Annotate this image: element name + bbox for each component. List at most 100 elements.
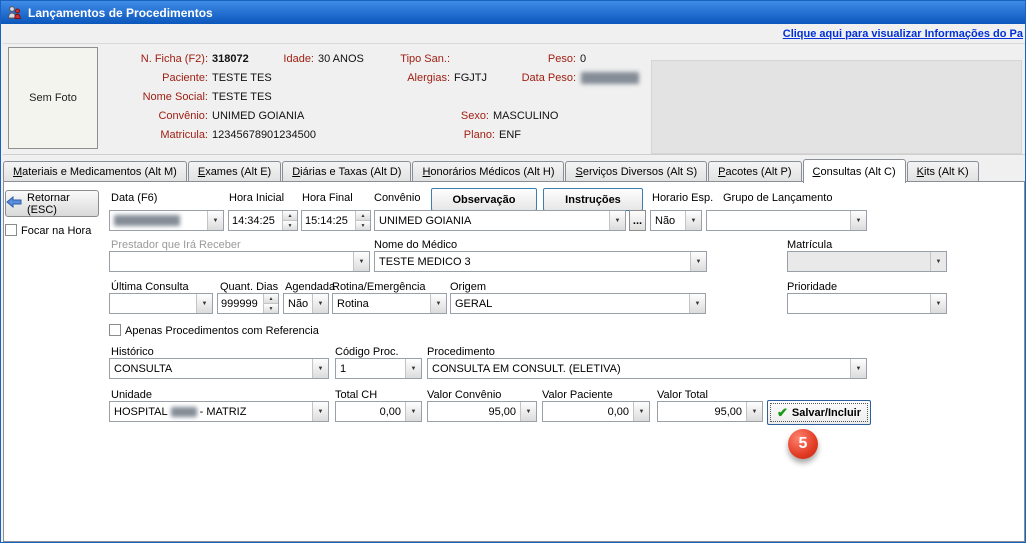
chevron-down-icon[interactable]: ▼ [850, 211, 866, 230]
chevron-down-icon[interactable]: ▼ [685, 211, 701, 230]
tab-diarias-taxas[interactable]: Diárias e Taxas (Alt D) [282, 161, 411, 181]
tab-materiais-medicamentos[interactable]: Materiais e Medicamentos (Alt M) [3, 161, 187, 181]
valor-convenio-label: Valor Convênio [427, 389, 501, 401]
historico-select[interactable]: CONSULTA ▼ [109, 358, 329, 379]
valor-paciente-value: 0,00 [543, 402, 633, 421]
retornar-button[interactable]: Retornar (ESC) [5, 190, 99, 217]
matricula-patient-value: 12345678901234500 [212, 129, 316, 141]
chevron-down-icon[interactable]: ▼ [405, 359, 421, 378]
alergias-value: FGJTJ [454, 72, 487, 84]
sexo-label: Sexo: [421, 110, 489, 122]
grupo-lancamento-select[interactable]: ▼ [706, 210, 867, 231]
spinner-down-icon[interactable]: ▼ [264, 303, 278, 313]
rotina-emergencia-value: Rotina [333, 294, 430, 313]
prestador-value [110, 252, 353, 271]
agendada-label: Agendada [285, 281, 335, 293]
spinner-up-icon[interactable]: ▲ [356, 211, 370, 220]
valor-paciente-select[interactable]: 0,00 ▼ [542, 401, 650, 422]
chevron-down-icon[interactable]: ▼ [746, 402, 762, 421]
quant-dias-value: 999999 [218, 294, 263, 313]
procedimento-select[interactable]: CONSULTA EM CONSULT. (ELETIVA) ▼ [427, 358, 867, 379]
origem-value: GERAL [451, 294, 689, 313]
spinner-down-icon[interactable]: ▼ [356, 220, 370, 230]
chevron-down-icon[interactable]: ▼ [312, 294, 328, 313]
step-5-badge-number: 5 [799, 435, 808, 453]
valor-total-value: 95,00 [658, 402, 746, 421]
paciente-label: Paciente: [101, 72, 208, 84]
plano-value: ENF [499, 129, 521, 141]
procedimento-label: Procedimento [427, 346, 495, 358]
hora-final-value: 15:14:25 [302, 211, 355, 230]
convenio-search-button[interactable]: ... [629, 210, 646, 231]
chevron-down-icon[interactable]: ▼ [405, 402, 421, 421]
procedures-window: Lançamentos de Procedimentos Clique aqui… [0, 0, 1026, 543]
ultima-consulta-label: Última Consulta [111, 281, 189, 293]
instrucoes-button[interactable]: Instruções [543, 188, 643, 211]
ultima-consulta-select[interactable]: ▼ [109, 293, 213, 314]
step-5-badge: 5 [788, 429, 818, 459]
chevron-down-icon[interactable]: ▼ [196, 294, 212, 313]
rotina-emergencia-select[interactable]: Rotina ▼ [332, 293, 447, 314]
apenas-referencia-checkbox[interactable] [109, 324, 121, 336]
chevron-down-icon[interactable]: ▼ [930, 294, 946, 313]
prestador-select[interactable]: ▼ [109, 251, 370, 272]
observacao-button[interactable]: Observação [431, 188, 537, 211]
back-arrow-icon [6, 196, 22, 211]
spinner-up-icon[interactable]: ▲ [264, 294, 278, 303]
valor-total-select[interactable]: 95,00 ▼ [657, 401, 763, 422]
tab-pacotes[interactable]: Pacotes (Alt P) [708, 161, 801, 181]
chevron-down-icon[interactable]: ▼ [520, 402, 536, 421]
prioridade-select[interactable]: ▼ [787, 293, 947, 314]
matricula-value [788, 252, 930, 271]
chevron-down-icon[interactable]: ▼ [609, 211, 625, 230]
data-f6-select[interactable]: ▼ [109, 210, 224, 231]
chevron-down-icon[interactable]: ▼ [430, 294, 446, 313]
nome-medico-value: TESTE MEDICO 3 [375, 252, 690, 271]
unidade-select[interactable]: HOSPITAL - MATRIZ ▼ [109, 401, 329, 422]
tipo-san-label: Tipo San.: [381, 53, 450, 65]
nome-medico-select[interactable]: TESTE MEDICO 3 ▼ [374, 251, 707, 272]
focar-na-hora-checkbox[interactable] [5, 224, 17, 236]
horario-esp-select[interactable]: Não ▼ [650, 210, 702, 231]
tab-kits[interactable]: Kits (Alt K) [907, 161, 979, 181]
valor-convenio-select[interactable]: 95,00 ▼ [427, 401, 537, 422]
origem-select[interactable]: GERAL ▼ [450, 293, 706, 314]
tab-honorarios-medicos[interactable]: Honorários Médicos (Alt H) [412, 161, 564, 181]
title-bar: Lançamentos de Procedimentos [1, 1, 1025, 24]
hora-final-spinner[interactable]: 15:14:25 ▲ ▼ [301, 210, 371, 231]
unidade-value-suffix: - MATRIZ [200, 406, 247, 418]
tab-exames[interactable]: Exames (Alt E) [188, 161, 281, 181]
patient-info-link[interactable]: Clique aqui para visualizar Informações … [783, 28, 1023, 40]
chevron-down-icon[interactable]: ▼ [633, 402, 649, 421]
chevron-down-icon[interactable]: ▼ [207, 211, 223, 230]
codigo-proc-select[interactable]: 1 ▼ [335, 358, 422, 379]
nome-social-label: Nome Social: [101, 91, 208, 103]
prestador-label: Prestador que Irá Receber [111, 239, 241, 251]
codigo-proc-value: 1 [336, 359, 405, 378]
chevron-down-icon[interactable]: ▼ [850, 359, 866, 378]
apenas-referencia-label: Apenas Procedimentos com Referencia [125, 325, 319, 337]
spinner-up-icon[interactable]: ▲ [283, 211, 297, 220]
chevron-down-icon[interactable]: ▼ [353, 252, 369, 271]
rotina-emergencia-label: Rotina/Emergência [332, 281, 426, 293]
focar-na-hora-label: Focar na Hora [21, 225, 91, 237]
convenio-select[interactable]: UNIMED GOIANIA ▼ [374, 210, 626, 231]
quant-dias-spinner[interactable]: 999999 ▲ ▼ [217, 293, 279, 314]
observacao-button-label: Observação [453, 194, 516, 206]
convenio-form-label: Convênio [374, 192, 420, 204]
quant-dias-label: Quant. Dias [220, 281, 278, 293]
tab-servicos-diversos[interactable]: Serviços Diversos (Alt S) [565, 161, 707, 181]
idade-label: Idade: [241, 53, 314, 65]
salvar-incluir-button[interactable]: ✔ Salvar/Incluir [767, 400, 871, 425]
chevron-down-icon[interactable]: ▼ [690, 252, 706, 271]
chevron-down-icon[interactable]: ▼ [689, 294, 705, 313]
agendada-select[interactable]: Não ▼ [283, 293, 329, 314]
photo-placeholder-label: Sem Foto [29, 92, 77, 104]
total-ch-select[interactable]: 0,00 ▼ [335, 401, 422, 422]
chevron-down-icon[interactable]: ▼ [312, 402, 328, 421]
convenio-patient-value: UNIMED GOIANIA [212, 110, 304, 122]
spinner-down-icon[interactable]: ▼ [283, 220, 297, 230]
hora-inicial-spinner[interactable]: 14:34:25 ▲ ▼ [228, 210, 298, 231]
tab-consultas[interactable]: Consultas (Alt C) [803, 159, 906, 183]
chevron-down-icon[interactable]: ▼ [312, 359, 328, 378]
